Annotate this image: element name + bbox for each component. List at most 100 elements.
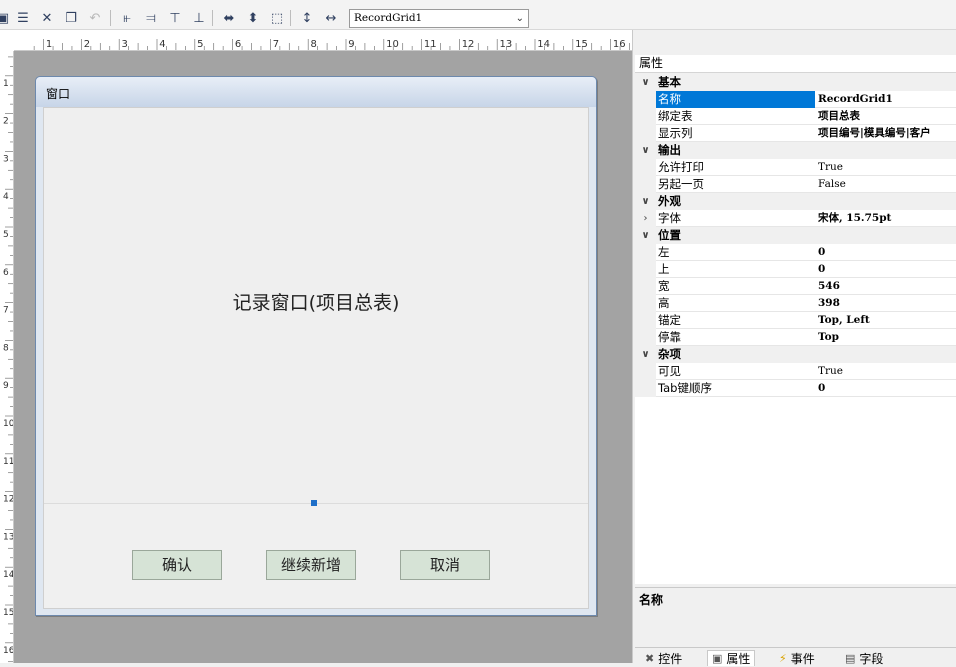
property-name: 左 [658, 245, 670, 259]
collapse-icon[interactable]: ∨ [635, 142, 656, 159]
form-window-title: 窗口 [36, 77, 596, 107]
property-row[interactable]: 停靠 Top [635, 329, 956, 346]
row-gutter [635, 295, 656, 312]
ruler-number: 3 [122, 39, 128, 50]
properties-icon: ▣ [712, 652, 723, 665]
property-row[interactable]: 显示列 项目编号|模具编号|客户 [635, 125, 956, 142]
property-name: 宽 [658, 279, 670, 293]
property-value[interactable]: 项目总表 [815, 108, 956, 125]
record-grid[interactable]: 记录窗口(项目总表) [44, 108, 588, 504]
property-value[interactable]: Top, Left [815, 312, 956, 329]
tab-controls-label: 控件 [658, 651, 683, 666]
align-bottom-icon[interactable]: ⊥ [190, 9, 208, 27]
row-gutter [635, 125, 656, 142]
property-category[interactable]: ∨ 位置 [635, 227, 956, 244]
ruler-number: 15 [575, 39, 588, 50]
save-icon[interactable]: ▣ [0, 9, 12, 27]
property-row[interactable]: 宽 546 [635, 278, 956, 295]
property-row[interactable]: 锚定 Top, Left [635, 312, 956, 329]
tab-properties[interactable]: ▣ 属性 [707, 650, 756, 666]
collapse-icon[interactable]: ∨ [635, 193, 656, 210]
ruler-number: 9 [3, 381, 9, 391]
tab-fields-label: 字段 [859, 651, 884, 666]
tab-events-label: 事件 [790, 651, 815, 666]
component-selector[interactable]: RecordGrid1 ⌄ [349, 9, 529, 28]
same-height-icon[interactable]: ⬍ [244, 9, 262, 27]
property-name: 另起一页 [658, 177, 704, 191]
save-all-icon[interactable]: ☰ [14, 9, 32, 27]
property-name: Tab键顺序 [658, 381, 712, 395]
ruler-number: 1 [3, 79, 9, 89]
property-row[interactable]: 名称 RecordGrid1 [635, 91, 956, 108]
property-name: 绑定表 [658, 109, 693, 123]
same-size-icon[interactable]: ⬚ [268, 9, 286, 27]
property-value[interactable]: 398 [815, 295, 956, 312]
align-right-icon[interactable]: ⫤ [142, 9, 160, 27]
property-name: 停靠 [658, 330, 681, 344]
tab-fields[interactable]: ▤ 字段 [845, 650, 883, 666]
property-value[interactable]: 0 [815, 380, 956, 397]
center-horizontal-icon[interactable]: ↔ [322, 9, 340, 27]
tab-controls[interactable]: ✖ 控件 [645, 650, 682, 666]
ruler-number: 12 [3, 495, 14, 505]
toolbar-separator [212, 10, 213, 26]
copy-icon[interactable]: ❐ [62, 9, 80, 27]
property-row[interactable]: 上0 [635, 261, 956, 278]
align-left-icon[interactable]: ⫦ [118, 9, 136, 27]
property-row[interactable]: 另起一页 False [635, 176, 956, 193]
ruler-number: 7 [3, 306, 9, 316]
same-width-icon[interactable]: ⬌ [220, 9, 238, 27]
cancel-button[interactable]: 取消 [400, 550, 490, 580]
delete-icon[interactable]: ✕ [38, 9, 56, 27]
property-row[interactable]: 可见 True [635, 363, 956, 380]
ruler-number: 10 [386, 39, 399, 50]
ruler-number: 6 [3, 268, 9, 278]
expand-icon[interactable]: › [635, 210, 656, 227]
align-top-icon[interactable]: ⊤ [166, 9, 184, 27]
property-category[interactable]: ∨ 基本 [635, 74, 956, 91]
collapse-icon[interactable]: ∨ [635, 227, 656, 244]
property-category[interactable]: ∨ 外观 [635, 193, 956, 210]
property-row[interactable]: 允许打印 True [635, 159, 956, 176]
collapse-icon[interactable]: ∨ [635, 74, 656, 91]
property-row[interactable]: Tab键顺序 0 [635, 380, 956, 397]
ruler-number: 10 [3, 419, 14, 429]
confirm-button[interactable]: 确认 [132, 550, 222, 580]
property-category-label: 杂项 [658, 347, 681, 361]
property-value[interactable]: 0 [815, 261, 956, 278]
center-vertical-icon[interactable]: ↕ [298, 9, 316, 27]
collapse-icon[interactable]: ∨ [635, 346, 656, 363]
design-canvas[interactable]: 窗口 记录窗口(项目总表) 确认 继续新增 取消 [14, 51, 632, 663]
ruler-number: 11 [424, 39, 437, 50]
property-value[interactable]: True [815, 363, 956, 380]
property-value[interactable]: 0 [815, 244, 956, 261]
tab-properties-label: 属性 [726, 652, 751, 666]
property-value[interactable]: True [815, 159, 956, 176]
form-window[interactable]: 窗口 记录窗口(项目总表) 确认 继续新增 取消 [35, 76, 597, 616]
property-value[interactable]: 546 [815, 278, 956, 295]
continue-add-button[interactable]: 继续新增 [266, 550, 356, 580]
ruler-number: 13 [3, 532, 14, 542]
property-value[interactable]: Top [815, 329, 956, 346]
ruler-number: 4 [159, 39, 165, 50]
property-value[interactable]: 项目编号|模具编号|客户 [815, 125, 956, 142]
chevron-down-icon[interactable]: ⌄ [516, 10, 524, 27]
undo-icon[interactable]: ↶ [86, 9, 104, 27]
row-gutter [635, 312, 656, 329]
property-category[interactable]: ∨ 杂项 [635, 346, 956, 363]
property-value[interactable]: False [815, 176, 956, 193]
property-row[interactable]: 绑定表 项目总表 [635, 108, 956, 125]
property-grid[interactable]: ∨ 基本 名称 RecordGrid1 绑定表 项目总表 显示列 项目编号|模具编号|客户 ∨ 输… [635, 74, 956, 584]
properties-header: 属性 [635, 55, 956, 73]
ruler-number: 1 [46, 39, 52, 50]
property-category[interactable]: ∨ 输出 [635, 142, 956, 159]
property-value[interactable]: 宋体, 15.75pt [815, 210, 956, 227]
row-gutter [635, 278, 656, 295]
tab-events[interactable]: ⚡ 事件 [779, 650, 815, 666]
property-row[interactable]: 左0 [635, 244, 956, 261]
resize-handle[interactable] [311, 500, 317, 506]
property-value[interactable]: RecordGrid1 [815, 91, 956, 108]
property-row[interactable]: 高 398 [635, 295, 956, 312]
row-gutter [635, 244, 656, 261]
property-row[interactable]: › 字体 宋体, 15.75pt [635, 210, 956, 227]
